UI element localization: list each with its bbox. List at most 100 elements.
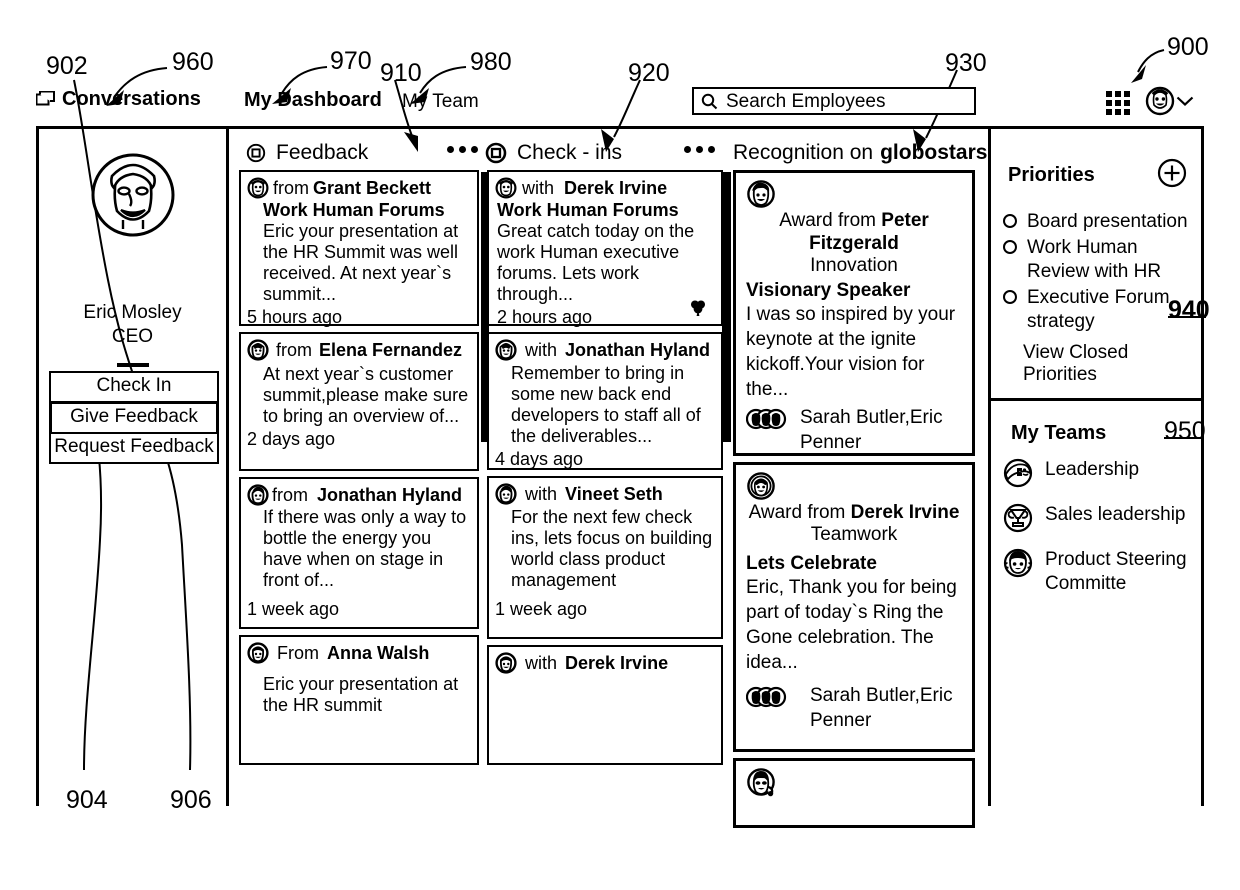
avatar-icon [495,652,517,674]
feedback-card-prefix: From [277,643,319,663]
recognition-card[interactable]: Award from Derek Irvine Teamwork Lets Ce… [733,462,975,752]
checkin-card-prefix: with [525,484,558,504]
priority-checkbox-icon[interactable] [1003,240,1017,254]
recognition-body: Eric, Thank you for being part of today`… [746,577,957,673]
profile-name: Eric Mosley [83,302,182,323]
priority-item[interactable]: Executive Forum strategy [1003,286,1199,334]
priority-label: Executive Forum strategy [1027,287,1170,332]
recognition-title: Visionary Speaker [746,280,911,301]
callout-910: 910 [380,59,422,87]
checkin-card-header: with Derek Irvine [495,177,713,199]
profile-identity: Eric Mosley CEO [39,301,226,349]
feedback-column-header[interactable]: Feedback [246,136,368,170]
team-item-product-steering[interactable]: Product Steering Committe [1003,548,1203,596]
priority-item[interactable]: Work Human Review with HR [1003,236,1199,284]
my-teams-title: My Teams [1011,422,1107,444]
callout-980: 980 [470,48,512,76]
feedback-column-title: Feedback [276,141,369,164]
give-feedback-button[interactable]: Give Feedback [49,401,219,435]
checkins-column-header[interactable]: Check - ins [485,136,622,170]
priority-item[interactable]: Board presentation [1003,210,1199,234]
plus-circle-icon[interactable] [1157,158,1187,188]
recognition-from: Award from Peter Fitzgerald [746,209,962,255]
recognition-card[interactable]: Award from Peter Fitzgerald Innovation V… [733,170,975,456]
recognition-footer-names: Sarah Butler,Eric Penner [800,407,943,453]
feedback-card-title: Work Human Forums [263,200,445,220]
team-label: Leadership [1045,459,1140,480]
recognition-from-prefix: Award from [748,502,846,523]
feedback-card-body: Eric your presentation at the HR Summit … [263,221,459,304]
feedback-card-header: from Jonathan Hyland [247,484,469,506]
top-navigation-bar: Conversations My Dashboard My Team Searc… [36,86,1204,126]
feedback-card[interactable]: from Grant Beckett Work Human Forums Eri… [239,170,479,327]
checkins-overflow-menu-icon[interactable] [684,146,715,153]
checkin-card-time: 1 week ago [495,599,588,619]
feedback-card[interactable]: From Anna Walsh Eric your presentation a… [239,635,479,765]
callout-920: 920 [628,59,670,87]
checkin-card[interactable]: with Vineet Seth For the next few check … [487,476,723,639]
feedback-card-time: 2 days ago [247,429,336,449]
profile-sidebar: Eric Mosley CEO Check In Give Feedback R… [36,126,229,806]
feedback-card-header: from Elena Fernandez [247,339,469,361]
feedback-card[interactable]: from Elena Fernandez At next year`s cust… [239,332,479,471]
recognition-title: Lets Celebrate [746,553,877,574]
patent-figure: 902 960 970 910 980 920 930 900 904 906 … [0,0,1240,890]
feedback-overflow-menu-icon[interactable] [447,146,478,153]
priority-checkbox-icon[interactable] [1003,214,1017,228]
recognition-column: Award from Peter Fitzgerald Innovation V… [733,170,975,890]
group-avatars-icon [746,686,788,708]
avatar-icon [495,177,517,199]
check-in-button[interactable]: Check In [49,371,219,403]
right-panel: Priorities Board presentation Work Human… [988,126,1204,806]
recognition-column-header[interactable]: Recognition on globostars [733,136,987,170]
avatar-icon [495,483,517,505]
trophy-icon [1003,503,1033,533]
request-feedback-button[interactable]: Request Feedback [49,432,219,464]
nav-label-conversations: Conversations [62,88,201,110]
award-avatar-icon [746,471,962,501]
search-input[interactable]: Search Employees [692,87,976,115]
feedback-card[interactable]: from Jonathan Hyland If there was only a… [239,477,479,629]
recognition-card[interactable] [733,758,975,828]
user-avatar-icon[interactable] [1145,86,1175,116]
checkin-card[interactable]: with Derek Irvine Work Human Forums Grea… [487,170,723,327]
nav-item-conversations[interactable]: Conversations [36,88,201,111]
priority-label: Work Human Review with HR [1027,237,1162,282]
group-avatars-icon [746,408,788,430]
nav-item-my-dashboard[interactable]: My Dashboard [244,89,382,112]
feedback-card-body: Eric your presentation at the HR summit [263,674,459,715]
checkin-card-body: Great catch today on the work Human exec… [497,221,695,304]
profile-divider [116,363,149,367]
chevron-down-icon[interactable] [1176,96,1194,107]
panel-divider [991,398,1201,401]
priority-checkbox-icon[interactable] [1003,290,1017,304]
checkin-card-header: with Vineet Seth [495,483,713,505]
search-icon [701,93,718,110]
checkins-column-scrollbar[interactable] [722,172,731,442]
view-closed-priorities-link[interactable]: View Closed Priorities [1023,342,1201,386]
feedback-card-prefix: from [272,485,308,505]
team-item-leadership[interactable]: Leadership [1003,458,1203,488]
priority-label: Board presentation [1027,211,1188,232]
apps-grid-icon[interactable] [1106,91,1130,115]
award-avatar-icon [746,767,962,799]
profile-title: CEO [111,326,154,347]
team-avatar-icon [1003,458,1033,488]
checkin-card-body: For the next few check ins, lets focus o… [511,507,713,590]
checkin-card[interactable]: with Derek Irvine [487,645,723,765]
nav-label-my-dashboard: My Dashboard [244,89,382,111]
person-avatar-icon [1003,548,1033,578]
recognition-category: Innovation [810,255,898,276]
feedback-column: from Grant Beckett Work Human Forums Eri… [239,170,479,890]
avatar-icon [495,339,517,361]
feedback-card-header: From Anna Walsh [247,642,469,664]
award-avatar-icon [746,179,962,209]
team-item-sales-leadership[interactable]: Sales leadership [1003,503,1203,533]
nav-item-my-team[interactable]: My Team [402,91,479,113]
recognition-from-prefix: Award from [779,210,876,231]
checkin-card-time: 4 days ago [495,449,584,469]
checkin-card[interactable]: with Jonathan Hyland Remember to bring i… [487,332,723,470]
callout-900: 900 [1167,33,1209,61]
checkin-card-prefix: with [522,178,555,198]
avatar-icon [247,642,269,664]
